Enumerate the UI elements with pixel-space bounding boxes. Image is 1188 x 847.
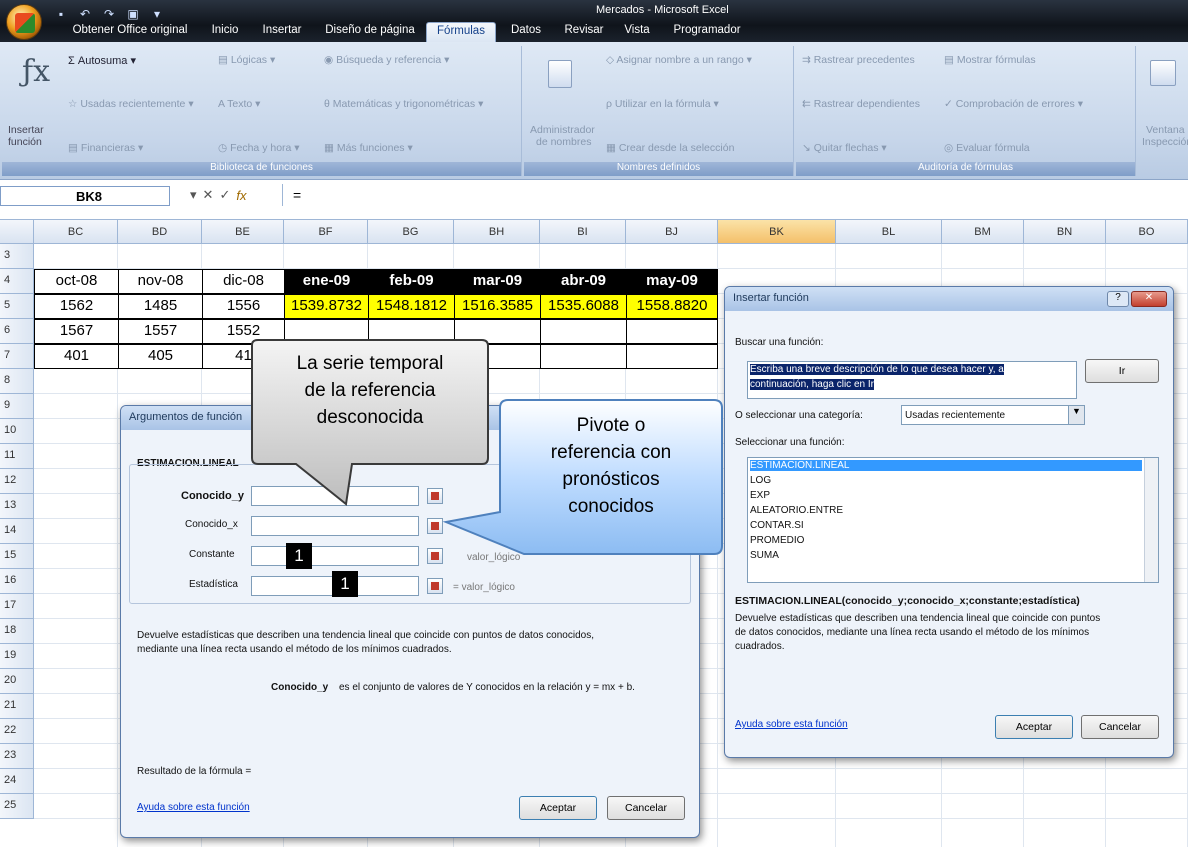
left-callout-line-3: desconocida [316,407,424,428]
left-callout-text: La serie temporal de la referencia desco… [256,350,484,431]
left-callout-line-1: La serie temporal [296,353,444,374]
right-callout-line-1: Pivote o [576,415,646,436]
number-badge: 1 [286,543,312,569]
right-callout-text: Pivote o referencia con pronósticos cono… [504,412,718,520]
number-badge: 1 [332,571,358,597]
right-callout-line-4: conocidos [568,496,654,517]
left-callout-line-2: de la referencia [304,380,436,401]
right-callout-line-2: referencia con [550,442,672,463]
right-callout-line-3: pronósticos [562,469,660,490]
